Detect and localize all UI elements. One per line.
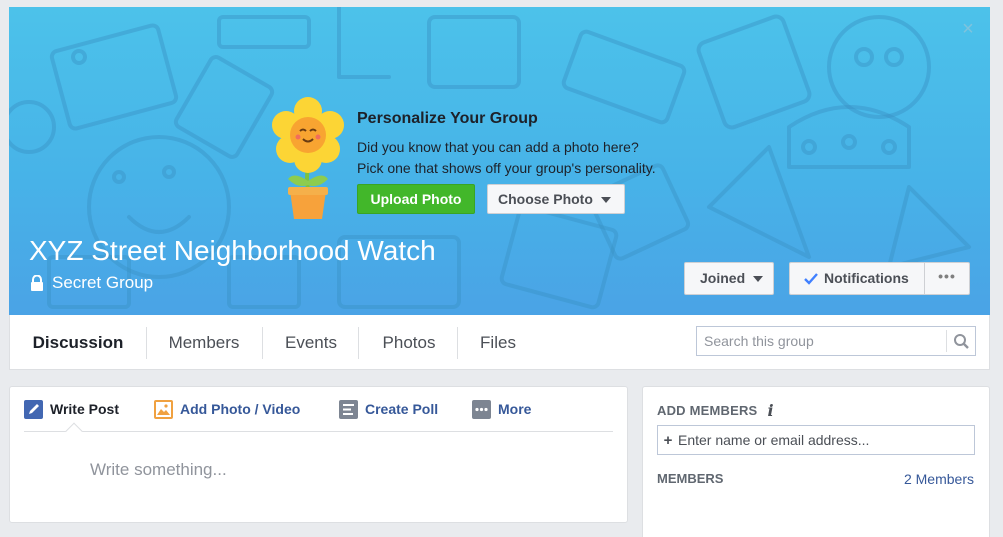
poll-icon [339,399,358,419]
search-icon [954,334,969,349]
personalize-promo: Personalize Your Group Did you know that… [272,97,672,227]
add-members-field: + [657,425,975,455]
choose-photo-label: Choose Photo [498,191,593,207]
chevron-down-icon [753,276,764,283]
joined-button[interactable]: Joined [684,262,774,295]
tab-events[interactable]: Events [272,325,350,360]
tab-photos[interactable]: Photos [368,325,450,360]
tab-discussion[interactable]: Discussion [22,325,134,360]
tab-files[interactable]: Files [467,325,529,360]
active-tab-indicator [65,422,83,440]
search-input[interactable] [697,327,947,355]
group-title: XYZ Street Neighborhood Watch [29,235,436,266]
tab-divider [262,327,263,359]
photo-icon [154,399,173,419]
tab-divider [457,327,458,359]
write-post-tab[interactable]: Write Post [24,397,119,421]
add-photo-video-tab[interactable]: Add Photo / Video [154,397,300,421]
tab-divider [358,327,359,359]
notifications-button[interactable]: Notifications [789,262,925,295]
group-cover: × Personalize Your Group Did you know th [9,7,990,315]
notifications-label: Notifications [824,270,909,286]
add-photo-video-label: Add Photo / Video [180,401,301,417]
lock-icon [31,275,43,291]
write-post-label: Write Post [50,401,119,417]
post-composer: Write Post Add Photo / Video Create Poll… [9,386,628,523]
promo-description-line-1: Did you know that you can add a photo he… [357,139,639,155]
more-icon [472,399,491,419]
add-members-heading-text: ADD MEMBERS [657,403,758,418]
promo-title: Personalize Your Group [357,110,538,127]
close-icon[interactable]: × [960,19,976,39]
members-count-link[interactable]: 2 Members [904,471,974,487]
tab-divider [146,327,147,359]
promo-description-line-2: Pick one that shows off your group's per… [357,160,656,176]
create-poll-tab[interactable]: Create Poll [339,397,438,421]
more-options-button[interactable]: ••• [924,262,970,295]
composer-divider [24,431,613,432]
post-text-input[interactable]: Write something... [90,460,227,480]
tab-members[interactable]: Members [156,325,252,360]
group-search [696,326,976,356]
pencil-icon [24,399,43,419]
more-label: More [498,401,532,417]
plus-icon: + [663,431,673,449]
chevron-down-icon [600,197,611,204]
choose-photo-button[interactable]: Choose Photo [487,184,625,214]
search-button[interactable] [946,330,975,352]
add-members-heading: ADD MEMBERS i [657,401,774,420]
more-tab[interactable]: More [472,397,531,421]
add-members-input[interactable] [678,427,968,453]
privacy-label: Secret Group [52,273,154,292]
checkmark-icon [804,272,818,285]
info-icon[interactable]: i [767,401,773,420]
upload-photo-button[interactable]: Upload Photo [357,184,475,214]
flower-icon [272,97,344,219]
group-privacy: Secret Group [30,272,153,294]
joined-label: Joined [700,270,746,286]
create-poll-label: Create Poll [365,401,439,417]
group-tabs-bar: Discussion Members Events Photos Files [9,315,990,370]
members-sidebar: ADD MEMBERS i + MEMBERS 2 Members [642,386,990,537]
members-heading: MEMBERS [657,471,724,486]
